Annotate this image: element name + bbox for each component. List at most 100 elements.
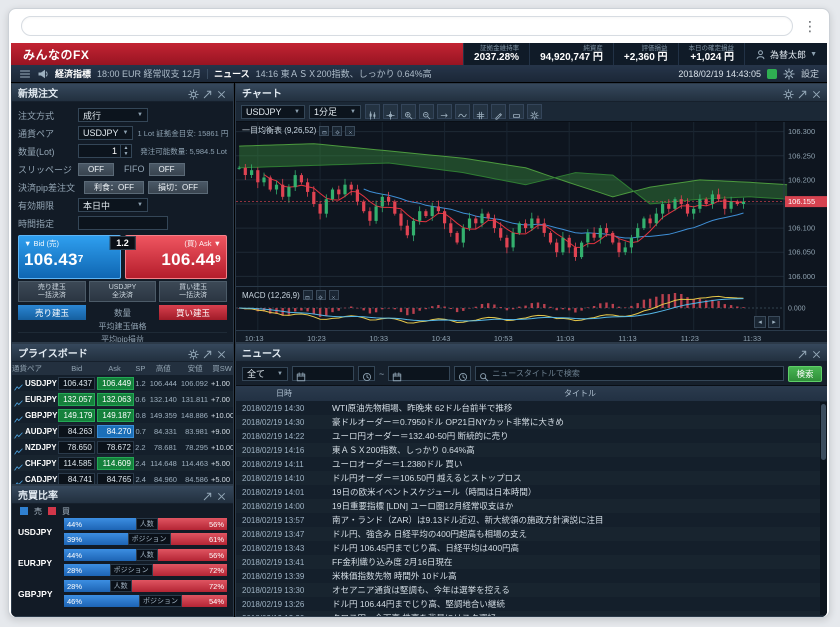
close-icon[interactable]	[216, 347, 227, 358]
search-button[interactable]: 検索	[788, 366, 822, 382]
popout-icon[interactable]	[202, 489, 213, 500]
zoomin-icon[interactable]	[401, 104, 416, 119]
price-board-row[interactable]: CADJPY84.74184.7652.484.96084.586+5.00	[12, 471, 233, 484]
indicator-close-icon[interactable]	[345, 126, 355, 136]
indicator-settings-icon[interactable]	[332, 126, 342, 136]
price-board-row[interactable]: NZDJPY78.65078.6722.278.68178.295+10.00	[12, 439, 233, 455]
grid-icon[interactable]	[473, 104, 488, 119]
ask-cell[interactable]: 114.609	[97, 457, 134, 470]
panel-settings-icon[interactable]	[188, 347, 199, 358]
main-chart[interactable]: 一目均衡表 (9,26,52) 106.300106.250106.200106…	[236, 122, 827, 286]
ask-cell[interactable]: 106.449	[97, 377, 134, 390]
take-profit-toggle[interactable]: 利食：OFF	[84, 181, 144, 194]
date-from-input[interactable]	[292, 366, 354, 381]
quantity-stepper[interactable]: 1 ▲▼	[78, 144, 132, 158]
close-icon[interactable]	[216, 489, 227, 500]
scrollbar-thumb[interactable]	[821, 404, 826, 460]
macd-visibility-icon[interactable]	[303, 290, 313, 300]
close-icon[interactable]	[811, 347, 822, 358]
bid-button[interactable]: ▼ Bid (売) 106.437	[18, 235, 121, 279]
wave-icon[interactable]	[455, 104, 470, 119]
popout-icon[interactable]	[202, 347, 213, 358]
fifo-toggle[interactable]: OFF	[149, 163, 185, 176]
price-board-row[interactable]: GBPJPY149.179149.1870.8149.359148.886+10…	[12, 407, 233, 423]
price-board-row[interactable]: USDJPY106.437106.4491.2106.444106.092+1.…	[12, 375, 233, 391]
price-board-row[interactable]: EURJPY132.057132.0630.6132.140131.811+7.…	[12, 391, 233, 407]
address-bar[interactable]	[21, 16, 793, 36]
scroll-left-icon[interactable]: ◂	[754, 316, 766, 328]
expiry-select[interactable]: 本日中▼	[78, 198, 148, 212]
news-row[interactable]: 2018/02/19 14:16東ＡＳＸ200指数、しっかり 0.64%高	[236, 443, 827, 457]
bid-cell[interactable]: 84.741	[58, 473, 95, 485]
chart-pair-select[interactable]: USDJPY▼	[241, 105, 305, 119]
ask-cell[interactable]: 149.187	[97, 409, 134, 422]
bid-cell[interactable]: 78.650	[58, 441, 95, 454]
candle-icon[interactable]	[365, 104, 380, 119]
chart-timeframe-select[interactable]: 1分足▼	[309, 105, 361, 119]
popout-icon[interactable]	[202, 87, 213, 98]
price-board-row[interactable]: AUDJPY84.26384.2700.784.33183.981+9.00	[12, 423, 233, 439]
bid-cell[interactable]: 132.057	[58, 393, 95, 406]
news-search-input[interactable]	[492, 369, 780, 378]
popout-icon[interactable]	[797, 347, 808, 358]
time-from-button[interactable]	[358, 366, 375, 381]
bulk-close-button[interactable]: 売り建玉一括決済	[18, 281, 86, 302]
pencil-icon[interactable]	[491, 104, 506, 119]
sell-positions-header[interactable]: 売り建玉	[18, 305, 86, 320]
news-scrollbar[interactable]	[820, 402, 827, 615]
ask-button[interactable]: (買) Ask ▼ 106.449	[125, 235, 228, 279]
buy-positions-header[interactable]: 買い建玉	[159, 305, 227, 320]
ask-cell[interactable]: 132.063	[97, 393, 134, 406]
bid-cell[interactable]: 84.263	[58, 425, 95, 438]
news-row[interactable]: 2018/02/19 13:41FF金利織り込み度 2月16日現在	[236, 555, 827, 569]
time-to-button[interactable]	[454, 366, 471, 381]
popout-icon[interactable]	[797, 87, 808, 98]
menu-icon[interactable]	[19, 68, 31, 80]
slippage-toggle[interactable]: OFF	[78, 163, 114, 176]
news-row[interactable]: 2018/02/19 13:43ドル円 106.45円までじり高、日経平均は40…	[236, 541, 827, 555]
macd-settings-icon[interactable]	[316, 290, 326, 300]
news-row[interactable]: 2018/02/19 14:30豪ドルオーダー＝0.7950ドル OP21日NY…	[236, 415, 827, 429]
news-row[interactable]: 2018/02/19 13:57南ア・ランド（ZAR）は9.13ドル近辺、新大統…	[236, 513, 827, 527]
macd-close-icon[interactable]	[329, 290, 339, 300]
news-row[interactable]: 2018/02/19 13:20クロス円、全面高 株高を背景にリスク選好	[236, 611, 827, 616]
bulk-close-button[interactable]: 買い建玉一括決済	[159, 281, 227, 302]
news-row[interactable]: 2018/02/19 14:0019日重要指標 [LDN] ユーロ圏12月経常収…	[236, 499, 827, 513]
pair-select[interactable]: USDJPY▼	[78, 126, 133, 140]
close-icon[interactable]	[216, 87, 227, 98]
user-menu[interactable]: 為替太郎 ▼	[744, 43, 827, 65]
stop-loss-toggle[interactable]: 損切：OFF	[148, 181, 208, 194]
news-row[interactable]: 2018/02/19 13:39米株価指数先物 時間外 10ドル高	[236, 569, 827, 583]
bulk-close-button[interactable]: USDJPY全決済	[89, 281, 157, 302]
news-row[interactable]: 2018/02/19 14:10ドル円オーダー＝106.50円 越えるとストップ…	[236, 471, 827, 485]
ask-cell[interactable]: 84.765	[97, 473, 134, 485]
ask-cell[interactable]: 84.270	[97, 425, 134, 438]
crosshair-icon[interactable]	[383, 104, 398, 119]
close-icon[interactable]	[811, 87, 822, 98]
ask-cell[interactable]: 78.672	[97, 441, 134, 454]
time-spec-input[interactable]	[78, 216, 168, 230]
news-category-select[interactable]: 全て▼	[242, 367, 288, 381]
scroll-right-icon[interactable]: ▸	[768, 316, 780, 328]
zoomout-icon[interactable]	[419, 104, 434, 119]
order-type-select[interactable]: 成行▼	[78, 108, 148, 122]
eraser-icon[interactable]	[509, 104, 524, 119]
bid-cell[interactable]: 149.179	[58, 409, 95, 422]
news-row[interactable]: 2018/02/19 14:0119日の欧米イベントスケジュール（時間は日本時間…	[236, 485, 827, 499]
news-row[interactable]: 2018/02/19 14:11ユーロオーダー＝1.2380ドル 買い	[236, 457, 827, 471]
news-row[interactable]: 2018/02/19 14:30WTI原油先物相場、昨晩来 62ドル台前半で推移	[236, 401, 827, 415]
panel-settings-icon[interactable]	[188, 87, 199, 98]
news-row[interactable]: 2018/02/19 13:47ドル円、強含み 日経平均の400円超高も相場の支…	[236, 527, 827, 541]
macd-subchart[interactable]: MACD (12,26,9) ◂ ▸ 0.000	[236, 286, 827, 330]
news-row[interactable]: 2018/02/19 13:26ドル円 106.44円までじり高、堅調地合い継続	[236, 597, 827, 611]
panel-settings-icon[interactable]	[783, 87, 794, 98]
indicator-visibility-icon[interactable]	[319, 126, 329, 136]
price-board-row[interactable]: CHFJPY114.585114.6092.4114.648114.463+5.…	[12, 455, 233, 471]
candlestick-chart[interactable]: 106.300106.250106.200106.150106.100106.0…	[236, 122, 827, 286]
date-to-input[interactable]	[388, 366, 450, 381]
arrow-icon[interactable]	[437, 104, 452, 119]
bid-cell[interactable]: 114.585	[58, 457, 95, 470]
news-row[interactable]: 2018/02/19 14:22ユーロ円オーダー＝132.40-50円 断続的に…	[236, 429, 827, 443]
browser-menu-icon[interactable]: ⋮	[803, 18, 817, 35]
gear-icon[interactable]	[527, 104, 542, 119]
